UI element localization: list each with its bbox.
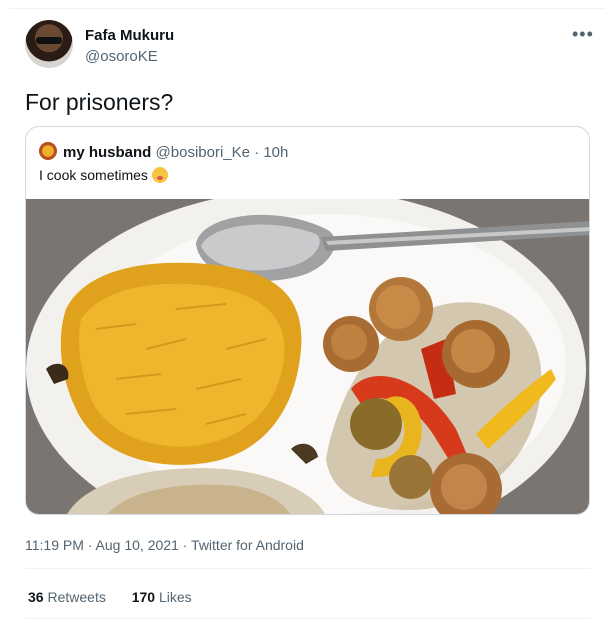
separator-dot: · <box>254 144 260 161</box>
author-avatar[interactable] <box>25 20 73 68</box>
quoted-author-name[interactable]: my husband <box>63 144 151 161</box>
quoted-text-body: I cook sometimes <box>39 167 148 183</box>
quoted-tweet-header: my husband @bosibori_Ke · 10h <box>39 142 288 161</box>
quoted-author-handle[interactable]: @bosibori_Ke <box>156 144 250 161</box>
tweet-timestamp[interactable]: 11:19 PM · Aug 10, 2021 · Twitter for An… <box>25 537 304 553</box>
likes-count: 170 <box>131 589 156 605</box>
meta-divider <box>25 568 590 569</box>
author-display-name[interactable]: Fafa Mukuru <box>85 27 174 44</box>
engagement-stats: 36 Retweets 170 Likes <box>28 589 214 605</box>
quoted-tweet[interactable]: my husband @bosibori_Ke · 10h I cook som… <box>25 126 590 515</box>
quoted-tweet-text: I cook sometimes <box>39 167 168 183</box>
kissing-face-icon <box>151 167 168 183</box>
likes-label: Likes <box>158 589 192 605</box>
author-handle[interactable]: @osoroKE <box>85 48 158 65</box>
likes-stat[interactable]: 170 Likes <box>132 589 192 605</box>
more-options-icon[interactable]: ••• <box>572 24 594 45</box>
tweet-text: For prisoners? <box>25 89 174 115</box>
quoted-author-avatar[interactable] <box>39 142 57 160</box>
stats-divider <box>25 618 590 619</box>
retweets-stat[interactable]: 36 Retweets <box>28 589 106 605</box>
sunglasses-icon <box>36 37 62 44</box>
top-divider <box>10 8 605 9</box>
food-photo[interactable] <box>26 199 590 515</box>
retweets-label: Retweets <box>47 589 106 605</box>
retweets-count: 36 <box>28 589 44 605</box>
quoted-time[interactable]: 10h <box>263 144 288 161</box>
